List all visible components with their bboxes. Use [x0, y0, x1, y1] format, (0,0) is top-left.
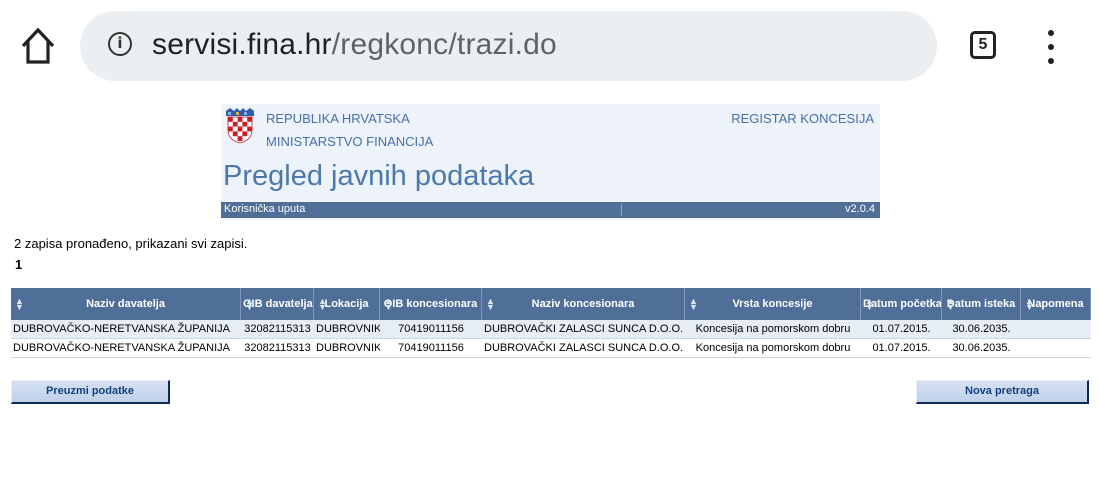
cell-napomena [1021, 320, 1091, 339]
user-guide-link[interactable]: Korisnička uputa [224, 203, 305, 215]
column-header-oib-koncesionara[interactable]: ▲ ▼ OIB koncesionara [380, 288, 482, 320]
table-header-row: ▲ ▼ Naziv davatelja ▲ ▼ OIB davatelja ▲ ▼ Loka… [11, 288, 1091, 320]
ministry-label: MINISTARSTVO FINANCIJA [266, 134, 434, 149]
column-header-naziv-davatelja[interactable]: ▲ ▼ Naziv davatelja [11, 288, 241, 320]
results-table: ▲ ▼ Naziv davatelja ▲ ▼ OIB davatelja ▲ ▼ Loka… [11, 288, 1091, 358]
column-header-oib-davatelja[interactable]: ▲ ▼ OIB davatelja [241, 288, 314, 320]
cell-lokacija: DUBROVNIK [314, 320, 380, 339]
page-header: REPUBLIKA HRVATSKA MINISTARSTVO FINANCIJ… [221, 104, 880, 220]
tab-switcher-button[interactable]: 5 [970, 31, 996, 59]
page-number-link[interactable]: 1 [15, 257, 22, 272]
cell-datum-pocetka: 01.07.2015. [861, 320, 942, 339]
sort-icon[interactable]: ▲ ▼ [384, 297, 393, 312]
new-search-button[interactable]: Nova pretraga [916, 380, 1089, 404]
sort-icon[interactable]: ▲ ▼ [946, 297, 955, 312]
cell-datum-isteka: 30.06.2035. [942, 339, 1021, 358]
column-header-label: OIB koncesionara [383, 298, 478, 310]
column-header-label: Naziv koncesionara [531, 298, 635, 310]
download-data-button[interactable]: Preuzmi podatke [11, 380, 170, 404]
sort-icon[interactable]: ▲ ▼ [1025, 297, 1034, 312]
sort-icon[interactable]: ▲ ▼ [15, 297, 24, 312]
table-row[interactable]: DUBROVAČKO-NERETVANSKA ŽUPANIJA 32082115… [11, 339, 1091, 358]
cell-naziv-koncesionara: DUBROVAČKI ZALASCI SUNCA D.O.O. [482, 320, 685, 339]
sort-icon[interactable]: ▲ ▼ [689, 297, 698, 312]
column-header-label: Vrsta koncesije [732, 298, 813, 310]
page-title: Pregled javnih podataka [223, 160, 535, 192]
sort-icon[interactable]: ▲ ▼ [318, 297, 327, 312]
sort-icon[interactable]: ▲ ▼ [245, 297, 254, 312]
column-header-vrsta-koncesije[interactable]: ▲ ▼ Vrsta koncesije [685, 288, 861, 320]
version-label: v2.0.4 [845, 203, 875, 215]
sort-icon[interactable]: ▲ ▼ [865, 297, 874, 312]
url-text[interactable]: servisi.fina.hr/regkonc/trazi.do [152, 28, 557, 62]
browser-toolbar: i servisi.fina.hr/regkonc/trazi.do 5 [0, 0, 1100, 96]
url-path: /regkonc/trazi.do [331, 28, 557, 61]
cell-lokacija: DUBROVNIK [314, 339, 380, 358]
cell-vrsta-koncesije: Koncesija na pomorskom dobru [685, 320, 861, 339]
overflow-menu-icon[interactable] [1044, 30, 1058, 64]
sort-icon[interactable]: ▲ ▼ [486, 297, 495, 312]
results-summary: 2 zapisa pronađeno, prikazani svi zapisi… [14, 236, 248, 251]
column-header-naziv-koncesionara[interactable]: ▲ ▼ Naziv koncesionara [482, 288, 685, 320]
header-bar: Korisnička uputa v2.0.4 [221, 202, 880, 218]
column-header-napomena[interactable]: ▲ ▼ Napomena [1021, 288, 1091, 320]
registry-label: REGISTAR KONCESIJA [731, 111, 874, 126]
cell-vrsta-koncesije: Koncesija na pomorskom dobru [685, 339, 861, 358]
cell-oib-koncesionara: 70419011156 [380, 339, 482, 358]
column-header-label: Naziv davatelja [86, 298, 165, 310]
table-row[interactable]: DUBROVAČKO-NERETVANSKA ŽUPANIJA 32082115… [11, 320, 1091, 339]
column-header-label: Datum isteka [946, 298, 1016, 310]
home-icon[interactable] [18, 24, 58, 68]
column-header-label: Napomena [1027, 298, 1084, 310]
header-bar-divider [621, 204, 622, 216]
info-icon[interactable]: i [108, 32, 132, 56]
column-header-datum-pocetka[interactable]: ▲ ▼ Datum početka [861, 288, 942, 320]
coat-of-arms-icon [223, 108, 257, 144]
cell-datum-isteka: 30.06.2035. [942, 320, 1021, 339]
republic-label: REPUBLIKA HRVATSKA [266, 111, 410, 126]
cell-oib-davatelja: 32082115313 [241, 320, 314, 339]
column-header-label: Lokacija [324, 298, 369, 310]
cell-oib-davatelja: 32082115313 [241, 339, 314, 358]
cell-oib-koncesionara: 70419011156 [380, 320, 482, 339]
cell-napomena [1021, 339, 1091, 358]
cell-datum-pocetka: 01.07.2015. [861, 339, 942, 358]
address-bar[interactable]: i servisi.fina.hr/regkonc/trazi.do [80, 11, 937, 81]
cell-naziv-davatelja: DUBROVAČKO-NERETVANSKA ŽUPANIJA [11, 320, 241, 339]
cell-naziv-davatelja: DUBROVAČKO-NERETVANSKA ŽUPANIJA [11, 339, 241, 358]
url-host: servisi.fina.hr [152, 28, 332, 61]
column-header-datum-isteka[interactable]: ▲ ▼ Datum isteka [942, 288, 1021, 320]
cell-naziv-koncesionara: DUBROVAČKI ZALASCI SUNCA D.O.O. [482, 339, 685, 358]
column-header-label: Datum početka [863, 298, 942, 310]
column-header-lokacija[interactable]: ▲ ▼ Lokacija [314, 288, 380, 320]
